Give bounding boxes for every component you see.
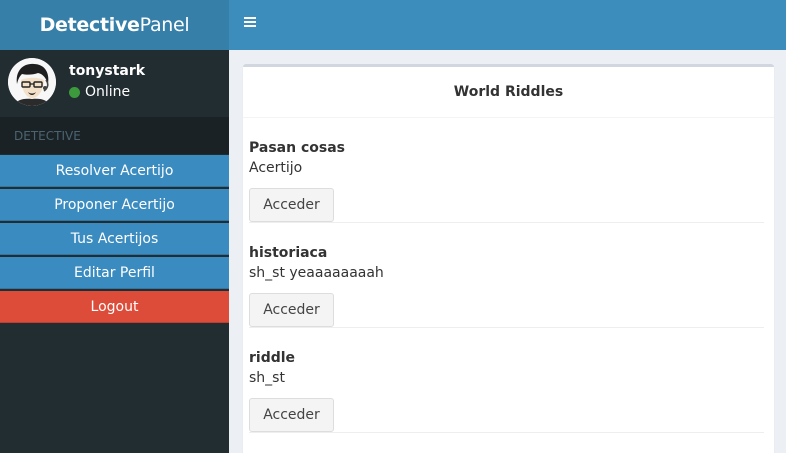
acceder-button[interactable]: Acceder (249, 188, 334, 222)
box-title: World Riddles (243, 67, 774, 118)
user-panel: tonystark Online (0, 50, 229, 117)
sidebar-header: DETECTIVE (0, 117, 229, 154)
riddle-title: riddle (249, 350, 296, 366)
riddle-description: sh_st (249, 370, 285, 386)
logo-light-text: Panel (139, 14, 190, 36)
sidebar: Detective Panel tonystark Online DETECTI… (0, 0, 229, 453)
riddle-description: Acertijo (249, 160, 303, 176)
online-status-icon (69, 86, 80, 98)
sidebar-item-tus-acertijos[interactable]: Tus Acertijos (0, 223, 229, 255)
sidebar-item-editar-perfil[interactable]: Editar Perfil (0, 257, 229, 289)
acceder-button[interactable]: Acceder (249, 293, 334, 327)
riddle-description: sh_st yeaaaaaaaah (249, 265, 384, 281)
logo-bold-text: Detective (39, 14, 140, 36)
riddle-title: Pasan cosas (249, 140, 345, 156)
top-navbar (229, 0, 786, 50)
avatar (8, 58, 56, 106)
logout-button[interactable]: Logout (0, 291, 229, 323)
riddle-item: historiaca sh_st yeaaaaaaaah Acceder (249, 223, 764, 328)
user-status: Online (69, 84, 145, 100)
sidebar-item-proponer-acertijo[interactable]: Proponer Acertijo (0, 189, 229, 221)
user-name: tonystark (69, 63, 146, 79)
sidebar-item-resolver-acertijo[interactable]: Resolver Acertijo (0, 155, 229, 187)
app-logo[interactable]: Detective Panel (0, 0, 229, 50)
user-info: tonystark Online (69, 63, 145, 100)
riddle-item: Pasan cosas Acertijo Acceder (249, 118, 764, 223)
acceder-button[interactable]: Acceder (249, 398, 334, 432)
user-status-label: Online (85, 84, 131, 100)
riddle-title: historiaca (249, 245, 328, 261)
riddles-box: World Riddles Pasan cosas Acertijo Acced… (243, 64, 774, 453)
menu-toggle-icon[interactable] (244, 17, 256, 29)
riddle-item: riddle sh_st Acceder (249, 328, 764, 433)
